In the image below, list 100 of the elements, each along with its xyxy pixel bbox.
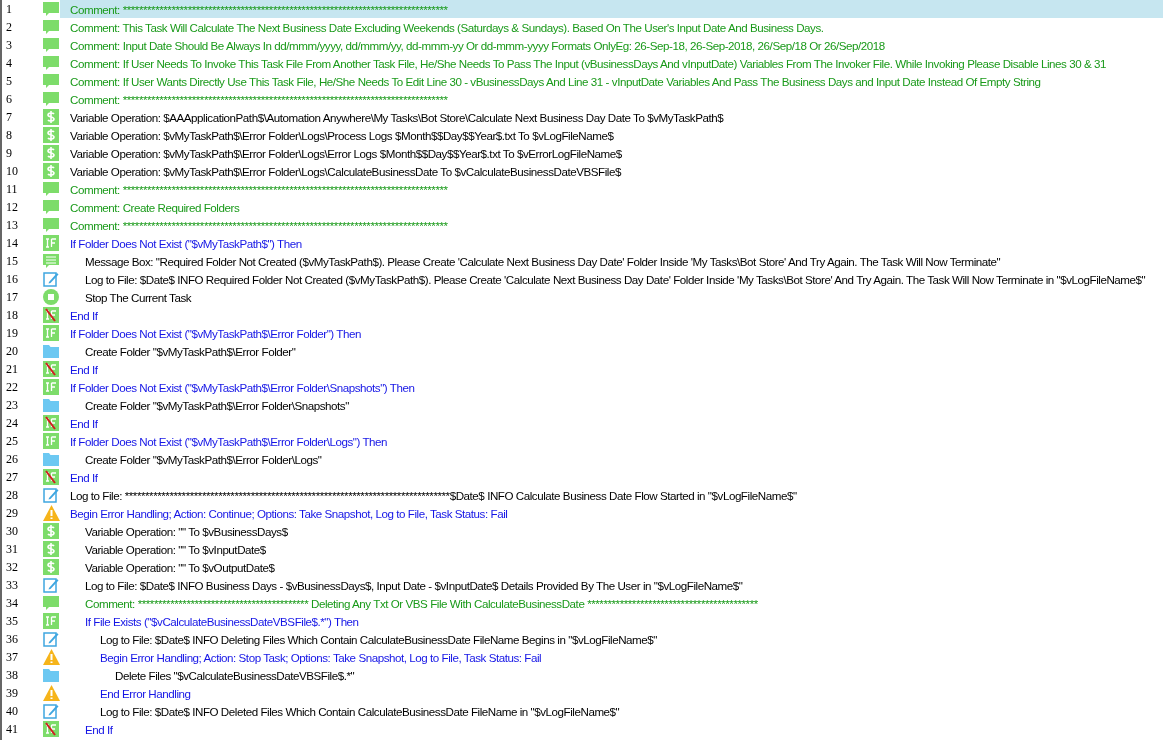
dollar-icon	[43, 163, 59, 179]
command-text: Create Folder "$vMyTaskPath$\Error Folder\Snapshots"	[84, 398, 349, 412]
line-number: 18	[5, 307, 19, 323]
command-row[interactable]: End Error Handling	[60, 684, 1163, 702]
warning-icon	[42, 649, 60, 665]
command-text: Comment: ********************************************************************************	[69, 218, 448, 232]
line-number: 34	[5, 595, 19, 611]
line-number: 24	[5, 415, 19, 431]
command-text: End Error Handling	[99, 686, 191, 700]
command-row[interactable]: Log to File: $Date$ INFO Deleted Files Which Contain CalculateBusinessDate FileName in "$vLogFileName$"	[60, 702, 1163, 720]
command-row[interactable]: If File Exists ("$vCalculateBusinessDateVBSFile$.*") Then	[60, 612, 1163, 630]
line-number: 14	[5, 235, 19, 251]
command-text: Begin Error Handling; Action: Stop Task; Options: Take Snapshot, Log to File, Task Status: Fail	[99, 650, 542, 664]
line-number: 13	[5, 217, 19, 233]
command-text: Variable Operation: $vMyTaskPath$\Error Folder\Logs\CalculateBusinessDate To $vCalculateBusinessDateVBSFile$	[69, 164, 621, 178]
command-text: End If	[69, 416, 98, 430]
command-row[interactable]: End If	[60, 414, 1163, 432]
comment-icon	[43, 37, 59, 53]
command-row[interactable]: Variable Operation: $vMyTaskPath$\Error Folder\Logs\Process Logs $Month$$Day$$Year$.txt To $vLogFileName$	[60, 126, 1163, 144]
command-row[interactable]: Variable Operation: "" To $vBusinessDays$	[60, 522, 1163, 540]
command-row[interactable]: Delete Files "$vCalculateBusinessDateVBSFile$.*"	[60, 666, 1163, 684]
line-number: 23	[5, 397, 19, 413]
warning-icon	[42, 505, 60, 521]
command-row[interactable]: Create Folder "$vMyTaskPath$\Error Folder"	[60, 342, 1163, 360]
command-text: Log to File: $Date$ INFO Business Days - $vBusinessDays$, Input Date - $vInputDate$ Details Provided By The User in "$vLogFileName$"	[84, 578, 743, 592]
command-text: Delete Files "$vCalculateBusinessDateVBSFile$.*"	[114, 668, 355, 682]
command-row[interactable]: Create Folder "$vMyTaskPath$\Error Folder\Logs"	[60, 450, 1163, 468]
command-row[interactable]: Comment: This Task Will Calculate The Next Business Date Excluding Weekends (Saturdays & Sundays). Based On The User's Input Date And Business Days.	[60, 18, 1163, 36]
end-condition-icon	[43, 415, 59, 431]
command-text: End If	[69, 362, 98, 376]
command-text: If Folder Does Not Exist ("$vMyTaskPath$\Error Folder\Snapshots") Then	[69, 380, 415, 394]
dollar-icon	[43, 109, 59, 125]
command-row[interactable]: End If	[60, 468, 1163, 486]
line-number: 40	[5, 703, 19, 719]
notepad-pencil-icon	[43, 631, 59, 647]
end-condition-icon	[43, 469, 59, 485]
line-number: 11	[5, 181, 19, 197]
command-row[interactable]: Begin Error Handling; Action: Stop Task; Options: Take Snapshot, Log to File, Task Status: Fail	[60, 648, 1163, 666]
line-number: 41	[5, 721, 19, 737]
dollar-icon	[43, 145, 59, 161]
notepad-pencil-icon	[43, 271, 59, 287]
line-number: 26	[5, 451, 19, 467]
stop-icon	[43, 289, 59, 305]
command-row[interactable]: Create Folder "$vMyTaskPath$\Error Folder\Snapshots"	[60, 396, 1163, 414]
command-row[interactable]: End If	[60, 720, 1163, 738]
command-text: End If	[84, 722, 113, 736]
command-row[interactable]: Variable Operation: "" To $vOutputDate$	[60, 558, 1163, 576]
notepad-pencil-icon	[43, 487, 59, 503]
command-row[interactable]: Variable Operation: "" To $vInputDate$	[60, 540, 1163, 558]
dollar-icon	[43, 559, 59, 575]
line-number: 10	[5, 163, 19, 179]
condition-icon	[43, 379, 59, 395]
command-text: Log to File: $Date$ INFO Deleting Files Which Contain CalculateBusinessDate FileName Begins in "$vLogFileName$"	[99, 632, 657, 646]
line-number: 9	[5, 145, 13, 161]
dollar-icon	[43, 127, 59, 143]
command-text: Begin Error Handling; Action: Continue; Options: Take Snapshot, Log to File, Task Status: Fail	[69, 506, 508, 520]
command-row[interactable]: Comment: ********************************************************************************	[60, 216, 1163, 234]
command-row[interactable]: End If	[60, 306, 1163, 324]
command-row[interactable]: Stop The Current Task	[60, 288, 1163, 306]
command-row[interactable]: Log to File: $Date$ INFO Deleting Files Which Contain CalculateBusinessDate FileName Begins in "$vLogFileName$"	[60, 630, 1163, 648]
end-condition-icon	[43, 721, 59, 737]
command-row[interactable]: If Folder Does Not Exist ("$vMyTaskPath$\Error Folder\Snapshots") Then	[60, 378, 1163, 396]
line-number: 20	[5, 343, 19, 359]
line-number: 1	[5, 1, 13, 17]
command-row[interactable]: End If	[60, 360, 1163, 378]
command-row[interactable]: If Folder Does Not Exist ("$vMyTaskPath$\Error Folder") Then	[60, 324, 1163, 342]
command-text: Create Folder "$vMyTaskPath$\Error Folder"	[84, 344, 296, 358]
command-text: If Folder Does Not Exist ("$vMyTaskPath$\Error Folder\Logs") Then	[69, 434, 388, 448]
line-number: 35	[5, 613, 19, 629]
command-row[interactable]: Comment: ********************************************************************************	[60, 90, 1163, 108]
folder-icon	[43, 344, 59, 358]
line-number: 30	[5, 523, 19, 539]
command-row[interactable]: Variable Operation: $vMyTaskPath$\Error Folder\Logs\CalculateBusinessDate To $vCalculateBusinessDateVBSFile$	[60, 162, 1163, 180]
notepad-pencil-icon	[43, 577, 59, 593]
command-text: Variable Operation: "" To $vBusinessDays$	[84, 524, 288, 538]
command-row[interactable]: Variable Operation: $AAApplicationPath$\Automation Anywhere\My Tasks\Bot Store\Calculate Next Business Day Date To $vMyTaskPath$	[60, 108, 1163, 126]
command-text: Comment: If User Needs To Invoke This Task File From Another Task File, He/She Needs To Pass The Input (vBusinessDays And vInputDate) Variables From The Invoker File. While Invoking Please Disable Lines 30 & 31	[69, 56, 1106, 70]
comment-icon	[43, 73, 59, 89]
command-row[interactable]: Comment: Create Required Folders	[60, 198, 1163, 216]
command-row[interactable]: Log to File: $Date$ INFO Business Days - $vBusinessDays$, Input Date - $vInputDate$ Details Provided By The User in "$vLogFileName$"	[60, 576, 1163, 594]
comment-icon	[43, 1, 59, 17]
command-row[interactable]: Message Box: "Required Folder Not Created ($vMyTaskPath$). Please Create 'Calculate Next Business Day Date' Folder Inside 'My Tasks\Bot Store' And Try Again. The Task Will Now Terminate"	[60, 252, 1163, 270]
line-number: 38	[5, 667, 19, 683]
comment-icon	[43, 217, 59, 233]
command-row[interactable]: Comment: If User Wants Directly Use This Task File, He/She Needs To Edit Line 30 - vBusinessDays And Line 31 - vInputDate Variables And Pass The Business Days and Input Date Instead Of Empty String	[60, 72, 1163, 90]
line-number: 19	[5, 325, 19, 341]
command-row[interactable]: Variable Operation: $vMyTaskPath$\Error Folder\Logs\Error Logs $Month$$Day$$Year$.txt To $vErrorLogFileName$	[60, 144, 1163, 162]
comment-icon	[43, 19, 59, 35]
line-number: 36	[5, 631, 19, 647]
command-row[interactable]: Comment: ********************************************************************************	[60, 180, 1163, 198]
command-row[interactable]: Comment: ****************************************** Deleting Any Txt Or VBS File With CalculateBusinessDate ******************************************	[60, 594, 1163, 612]
line-number: 25	[5, 433, 19, 449]
end-condition-icon	[43, 307, 59, 323]
folder-icon	[43, 398, 59, 412]
command-row[interactable]: Log to File: ********************************************************************************$Date$ INFO Calculate Business Date Flow Started in "$vLogFileName$"	[60, 486, 1163, 504]
command-row[interactable]: Comment: Input Date Should Be Always In dd/mmm/yyyy, dd/mmm/yy, dd-mmm-yy Or dd-mmm-yyyy Formats OnlyEg: 26-Sep-18, 26-Sep-2018, 26/Sep/18 Or 26/Sep/2018	[60, 36, 1163, 54]
command-row[interactable]: Begin Error Handling; Action: Continue; Options: Take Snapshot, Log to File, Task Status: Fail	[60, 504, 1163, 522]
command-row[interactable]: If Folder Does Not Exist ("$vMyTaskPath$\Error Folder\Logs") Then	[60, 432, 1163, 450]
command-text: Log to File: ********************************************************************************$Date$ INFO Calculate Business Date Flow Started in "$vLogFileName$"	[69, 488, 797, 502]
command-row[interactable]: If Folder Does Not Exist ("$vMyTaskPath$") Then	[60, 234, 1163, 252]
